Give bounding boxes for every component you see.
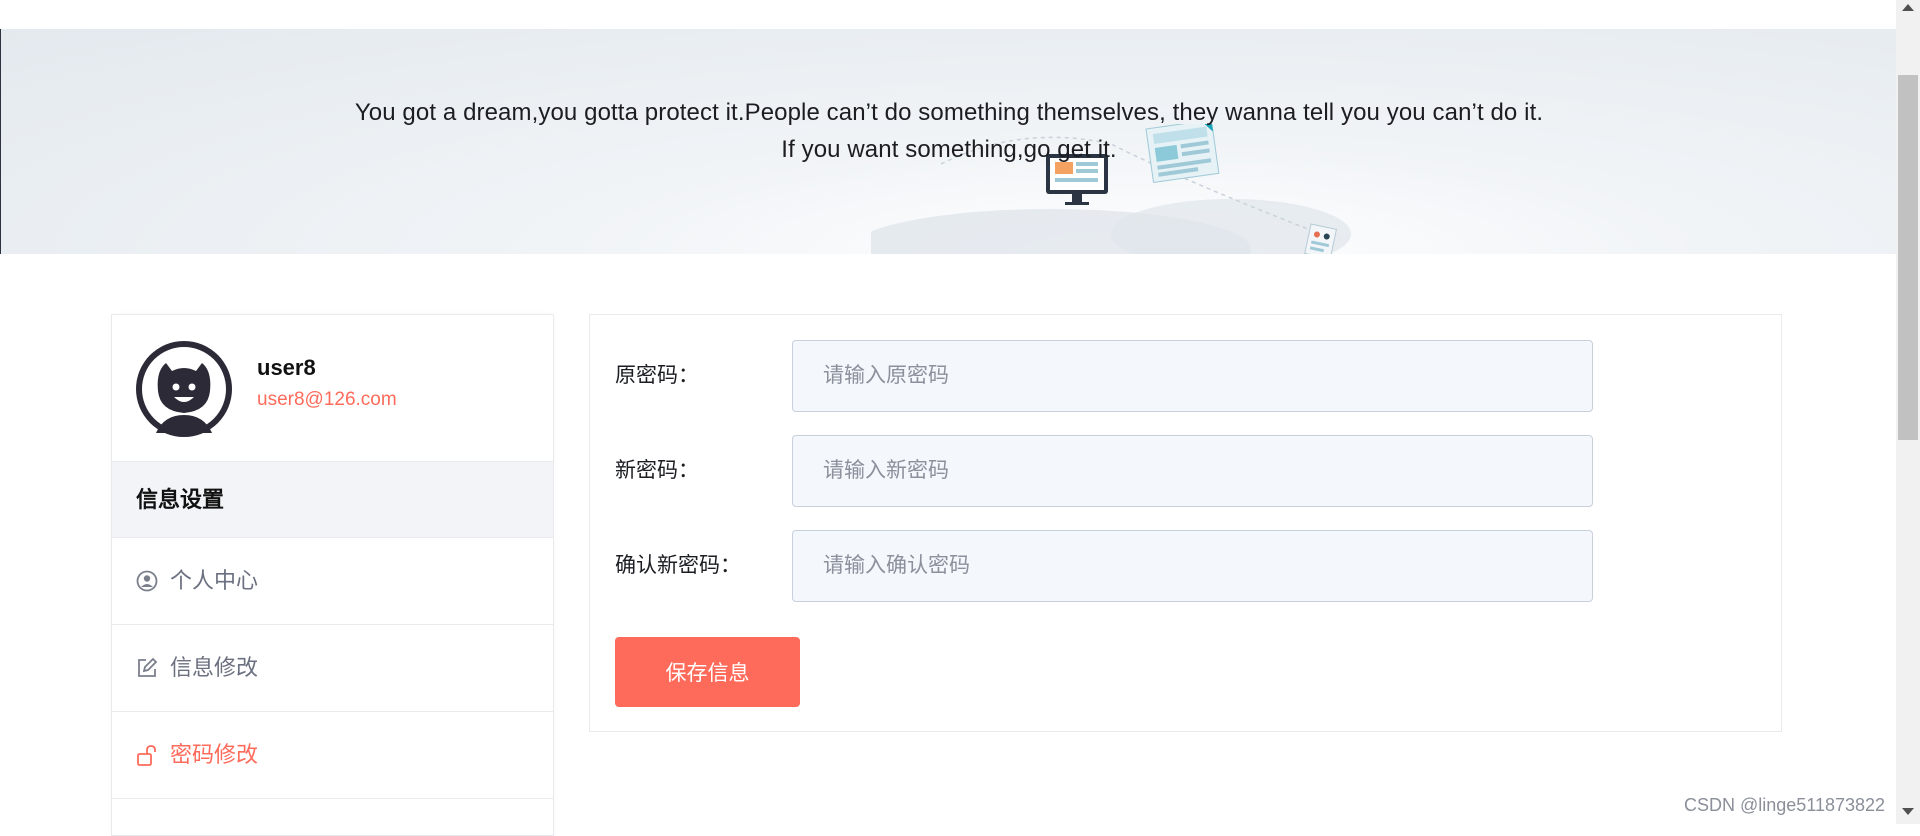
old-password-label: 原密码：: [615, 364, 699, 387]
watermark: CSDN @linge511873822: [1684, 795, 1886, 815]
new-password-label: 新密码：: [615, 459, 699, 482]
banner-quote-line-2: If you want something,go get it.: [781, 136, 1117, 163]
sidebar-item-edit-info[interactable]: 信息修改: [112, 625, 553, 712]
save-button[interactable]: 保存信息: [615, 637, 800, 707]
unlock-icon: [137, 745, 156, 766]
sidebar-item-label: 密码修改: [170, 742, 259, 767]
edit-icon: [138, 657, 158, 677]
old-password-row: 原密码：: [615, 340, 1595, 412]
password-form-panel: 原密码： 新密码： 确认新密码： 保存信息: [589, 314, 1782, 732]
new-password-row: 新密码：: [615, 435, 1595, 507]
sidebar-item-profile-center[interactable]: 个人中心: [112, 538, 553, 625]
old-password-input[interactable]: [792, 340, 1593, 412]
banner-quote-line-1: You got a dream,you gotta protect it.Peo…: [354, 99, 1544, 126]
avatar-face-icon: [138, 343, 230, 435]
sidebar-item-label: 个人中心: [170, 568, 259, 593]
confirm-password-row: 确认新密码：: [615, 530, 1595, 602]
username: user8: [257, 355, 316, 380]
banner: You got a dream,you gotta protect it.Peo…: [0, 29, 1897, 254]
scrollbar-thumb[interactable]: [1898, 75, 1918, 440]
scroll-down-icon[interactable]: [1902, 808, 1914, 815]
user-email: user8@126.com: [257, 389, 397, 410]
confirm-password-label: 确认新密码：: [615, 554, 741, 577]
confirm-password-input[interactable]: [792, 530, 1593, 602]
user-profile-card: user8 user8@126.com: [112, 315, 553, 462]
page-scrollbar[interactable]: [1896, 0, 1920, 824]
sidebar-item-change-password[interactable]: 密码修改: [112, 712, 553, 799]
account-sidebar: user8 user8@126.com 信息设置 个人中心 信息修改 密码修改: [111, 314, 554, 836]
user-circle-icon: [136, 570, 158, 592]
sidebar-heading: 信息设置: [112, 462, 553, 538]
scroll-up-icon[interactable]: [1902, 4, 1914, 11]
sidebar-item-label: 信息修改: [170, 655, 259, 680]
avatar[interactable]: [136, 341, 232, 437]
new-password-input[interactable]: [792, 435, 1593, 507]
top-bar: [0, 0, 1896, 29]
